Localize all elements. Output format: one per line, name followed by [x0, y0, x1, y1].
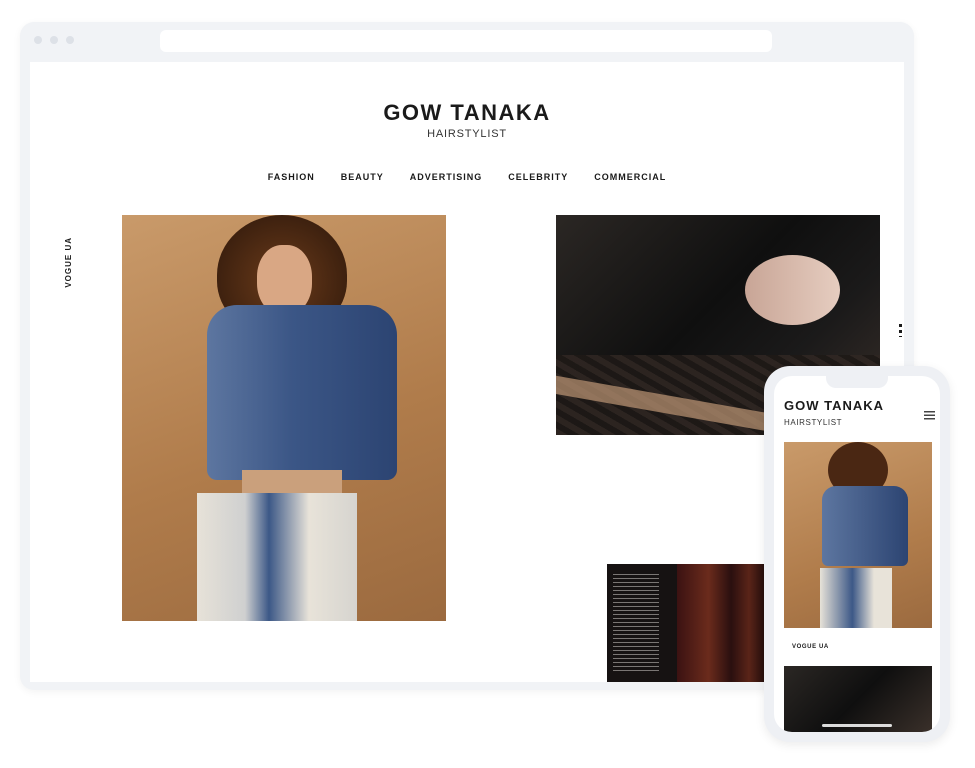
photo-detail	[820, 568, 892, 628]
home-indicator	[822, 724, 892, 727]
photo-detail	[822, 486, 908, 566]
photo-detail	[613, 574, 659, 674]
phone-notch	[826, 376, 888, 388]
gallery-photo-magazine[interactable]	[607, 564, 767, 682]
window-dot-minimize[interactable]	[50, 36, 58, 44]
photo-detail	[207, 305, 397, 480]
main-nav: FASHION BEAUTY ADVERTISING CELEBRITY COM…	[30, 172, 904, 182]
photo-detail	[197, 493, 357, 621]
nav-item-commercial[interactable]: COMMERCIAL	[594, 172, 666, 182]
site-title[interactable]: GOW TANAKA	[30, 100, 904, 126]
window-dot-maximize[interactable]	[66, 36, 74, 44]
mobile-site-subtitle: HAIRSTYLIST	[784, 418, 843, 427]
mobile-gallery-photo-dark[interactable]	[784, 666, 932, 732]
gallery-vertical-label: VOGUE UA	[64, 237, 73, 288]
hamburger-icon[interactable]	[924, 411, 935, 420]
mobile-screen: GOW TANAKA HAIRSTYLIST VOGUE UA	[774, 376, 940, 732]
photo-detail	[677, 564, 767, 682]
nav-item-fashion[interactable]: FASHION	[268, 172, 315, 182]
gallery-photo-denim[interactable]	[122, 215, 446, 621]
nav-item-beauty[interactable]: BEAUTY	[341, 172, 384, 182]
mobile-gallery-photo-denim[interactable]	[784, 442, 932, 628]
mobile-site-title[interactable]: GOW TANAKA	[784, 398, 884, 413]
window-dot-close[interactable]	[34, 36, 42, 44]
scroll-indicator-icon[interactable]	[899, 324, 902, 337]
nav-item-advertising[interactable]: ADVERTISING	[410, 172, 483, 182]
window-controls	[34, 36, 74, 44]
site-subtitle: HAIRSTYLIST	[427, 128, 507, 140]
mobile-photo-caption: VOGUE UA	[792, 644, 829, 650]
nav-item-celebrity[interactable]: CELEBRITY	[508, 172, 568, 182]
photo-detail	[745, 255, 840, 325]
mobile-phone-mockup: GOW TANAKA HAIRSTYLIST VOGUE UA	[764, 366, 950, 742]
address-bar[interactable]	[160, 30, 772, 52]
